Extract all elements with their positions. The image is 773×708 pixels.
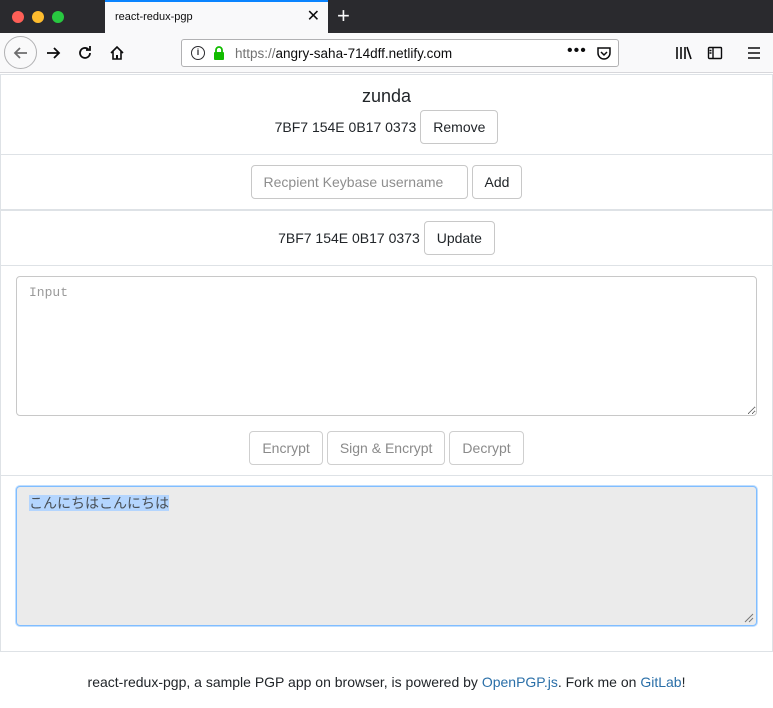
sign-encrypt-button[interactable]: Sign & Encrypt <box>326 431 446 465</box>
footer: react-redux-pgp, a sample PGP app on bro… <box>0 674 773 690</box>
forward-button[interactable] <box>39 39 67 67</box>
add-recipient-panel: Add <box>0 154 773 210</box>
tab-close-icon[interactable]: ✕ <box>307 8 320 26</box>
decrypt-button[interactable]: Decrypt <box>449 431 524 465</box>
footer-text-after: ! <box>681 674 686 690</box>
output-text[interactable]: こんにちはこんにちは <box>29 495 169 511</box>
hamburger-icon <box>748 47 760 59</box>
back-button[interactable] <box>4 36 37 69</box>
minimize-window-button[interactable] <box>32 11 44 23</box>
action-buttons-row: Encrypt Sign & Encrypt Decrypt <box>1 431 772 465</box>
recipient-panel: zunda 7BF7 154E 0B17 0373 Remove <box>0 74 773 155</box>
url-scheme: https:// <box>235 46 276 61</box>
pocket-icon[interactable] <box>596 45 612 61</box>
close-window-button[interactable] <box>12 11 24 23</box>
resize-grip-icon[interactable] <box>742 611 754 623</box>
tab-title: react-redux-pgp <box>115 11 193 23</box>
own-key-row: 7BF7 154E 0B17 0373 Update <box>1 221 772 255</box>
remove-recipient-button[interactable]: Remove <box>420 110 499 144</box>
reload-button[interactable] <box>71 39 99 67</box>
gitlab-link[interactable]: GitLab <box>640 674 681 690</box>
new-tab-button[interactable]: + <box>337 3 350 29</box>
own-key-fingerprint: 7BF7 154E 0B17 0373 <box>278 230 420 246</box>
nav-toolbar: i https://angry-saha-714dff.netlify.com … <box>0 33 773 73</box>
lock-icon <box>214 46 224 60</box>
recipient-row: 7BF7 154E 0B17 0373 Remove <box>1 110 772 144</box>
input-panel: Encrypt Sign & Encrypt Decrypt <box>0 265 773 476</box>
sidebar-button[interactable] <box>701 39 729 67</box>
arrow-right-icon <box>47 47 61 59</box>
page-actions-icon[interactable]: ••• <box>567 42 587 60</box>
encrypt-button[interactable]: Encrypt <box>249 431 323 465</box>
add-recipient-row: Add <box>1 165 772 199</box>
recipient-fingerprint: 7BF7 154E 0B17 0373 <box>274 119 417 135</box>
url-text[interactable]: https://angry-saha-714dff.netlify.com <box>235 46 452 61</box>
home-icon <box>110 45 124 60</box>
browser-tab[interactable]: react-redux-pgp ✕ <box>105 0 328 33</box>
home-button[interactable] <box>103 39 131 67</box>
reload-icon <box>79 46 91 59</box>
openpgp-link[interactable]: OpenPGP.js <box>482 674 558 690</box>
arrow-left-icon <box>13 46 27 59</box>
footer-text-before: react-redux-pgp, a sample PGP app on bro… <box>87 674 482 690</box>
message-input[interactable] <box>16 276 757 416</box>
recipient-name: zunda <box>361 86 412 106</box>
url-bar[interactable]: i https://angry-saha-714dff.netlify.com … <box>181 39 619 67</box>
browser-titlebar: react-redux-pgp ✕ + <box>0 0 773 33</box>
library-icon <box>676 46 692 60</box>
maximize-window-button[interactable] <box>52 11 64 23</box>
add-recipient-button[interactable]: Add <box>471 165 523 199</box>
footer-text-middle: . Fork me on <box>557 674 641 690</box>
menu-button[interactable] <box>740 39 768 67</box>
info-icon[interactable]: i <box>191 46 205 60</box>
library-button[interactable] <box>670 39 698 67</box>
update-key-button[interactable]: Update <box>423 221 495 255</box>
keybase-username-input[interactable] <box>250 165 468 199</box>
own-key-panel: 7BF7 154E 0B17 0373 Update <box>0 210 773 266</box>
sidebar-icon <box>707 46 723 60</box>
url-host: angry-saha-714dff.netlify.com <box>275 46 453 61</box>
output-panel: こんにちはこんにちは <box>0 475 773 652</box>
message-output[interactable]: こんにちはこんにちは <box>16 486 757 626</box>
